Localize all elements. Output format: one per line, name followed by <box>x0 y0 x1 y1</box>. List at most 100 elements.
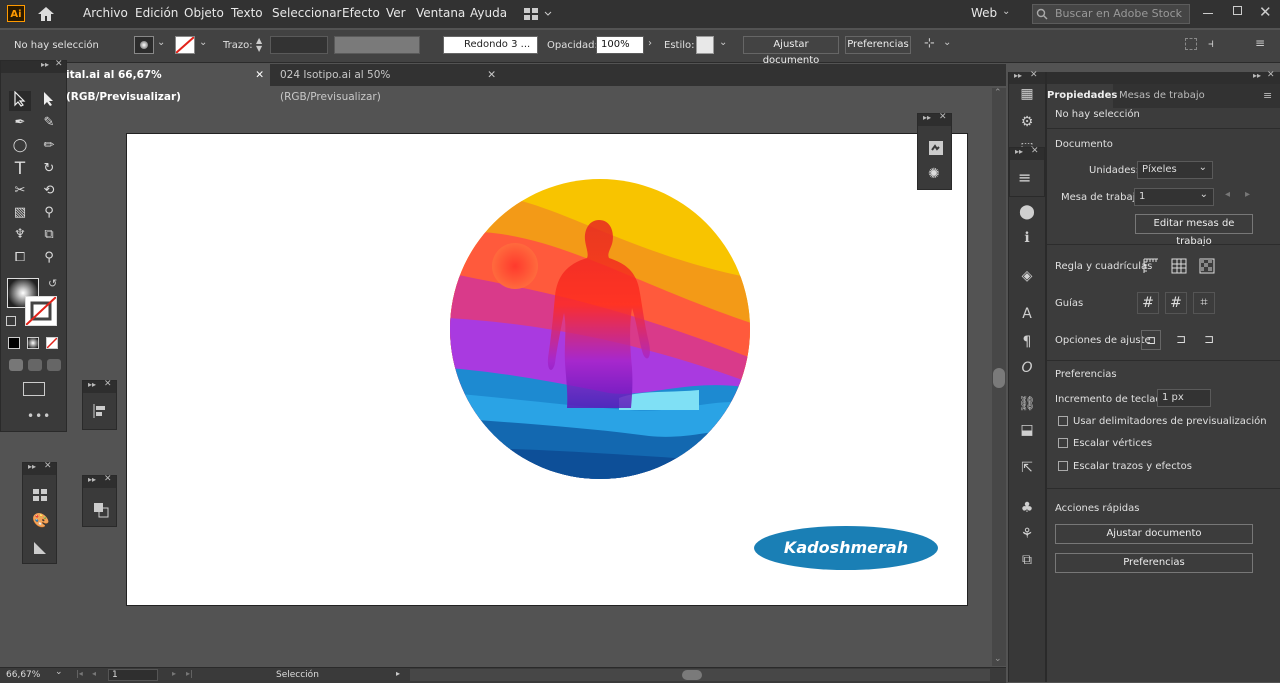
minimize-icon[interactable] <box>1203 13 1213 14</box>
symbols-icon[interactable]: ♣ <box>1016 498 1038 518</box>
pencil-tool-icon[interactable]: ✏ <box>38 136 60 156</box>
show-guides-icon[interactable]: # <box>1137 292 1159 314</box>
chevron-right-icon[interactable]: › <box>648 38 652 49</box>
gear-icon[interactable]: ⚙ <box>1016 112 1038 132</box>
stroke-weight-field[interactable] <box>270 36 328 54</box>
chevron-down-icon[interactable]: ⌄ <box>1002 6 1010 17</box>
stroke-swatch[interactable] <box>175 36 195 54</box>
scroll-thumb[interactable] <box>993 368 1005 388</box>
brush-definition-dropdown[interactable]: Redondo 3 ... <box>443 36 538 54</box>
puppet-warp-icon[interactable]: ⚘ <box>1016 524 1038 544</box>
artboard-dropdown[interactable]: 1 ⌄ <box>1134 188 1214 206</box>
curvature-tool-icon[interactable]: ✎ <box>38 113 60 133</box>
transform-icon[interactable]: ⊹ <box>924 36 935 51</box>
close-icon[interactable]: ✕ <box>487 64 496 86</box>
edit-artboards-button[interactable]: Editar mesas de trabajo <box>1135 214 1253 247</box>
blend-tool-icon[interactable]: ♆ <box>9 225 31 245</box>
scroll-thumb[interactable] <box>682 670 702 680</box>
draw-inside-icon[interactable] <box>47 359 61 371</box>
panel-menu-icon[interactable]: ≡ <box>1255 36 1265 50</box>
preferences-button[interactable]: Preferencias <box>845 36 911 54</box>
artboard[interactable]: Kadoshmerah <box>126 133 968 606</box>
scroll-up-arrow[interactable]: ⌃ <box>994 88 1002 98</box>
pen-tool-icon[interactable]: ✒ <box>9 113 31 133</box>
gradient-mode-icon[interactable] <box>27 337 39 349</box>
graphic-style-swatch[interactable] <box>696 36 714 54</box>
panel-menu-icon[interactable]: ≡ <box>1263 89 1272 102</box>
snap-to-pixel-icon[interactable]: ⊐ <box>1171 330 1191 350</box>
align-icon[interactable] <box>1185 38 1197 50</box>
panel-header[interactable]: ▸▸ ✕ <box>83 474 116 488</box>
snap-to-point-icon[interactable]: ⊐ <box>1141 330 1161 350</box>
stroke-stepper-icon[interactable]: ▲ ▼ <box>256 37 266 55</box>
snap-to-glyph-icon[interactable]: ⊐ <box>1199 330 1219 350</box>
tab-document-isotipo[interactable]: 024 Isotipo.ai al 50% (RGB/Previsualizar… <box>272 64 502 103</box>
first-artboard-icon[interactable]: |◂ <box>76 669 83 678</box>
tab-document-active[interactable]: ital.ai al 66,67% (RGB/Previsualizar) ✕ <box>58 64 270 103</box>
menu-lines-icon[interactable]: ≡ <box>1018 168 1031 187</box>
menu-ayuda[interactable]: Ayuda <box>470 6 507 20</box>
selection-tool-icon[interactable] <box>9 90 31 111</box>
scale-corners-checkbox[interactable] <box>1058 438 1068 448</box>
transparency-grid-icon[interactable] <box>1199 258 1215 274</box>
draw-behind-icon[interactable] <box>28 359 42 371</box>
zoom-level[interactable]: 66,67% <box>6 670 40 680</box>
shape-builder-tool-icon[interactable]: ⧉ <box>38 225 60 245</box>
snap-icon[interactable]: ⫞ <box>1208 36 1214 51</box>
restore-icon[interactable] <box>1233 6 1242 15</box>
close-window-icon[interactable]: ✕ <box>1259 3 1272 21</box>
rulers-icon[interactable] <box>1143 258 1159 274</box>
scissors-tool-icon[interactable]: ✂ <box>9 181 31 201</box>
panel-header[interactable]: ▸▸ ✕ <box>1 59 66 73</box>
chevron-down-icon[interactable]: ⌄ <box>199 37 207 48</box>
panel-header[interactable]: ▸▸ ✕ <box>1047 70 1280 84</box>
status-menu-arrow[interactable]: ▸ <box>396 669 400 678</box>
gradient-tool-icon[interactable]: ▧ <box>9 203 31 223</box>
stock-search-input[interactable]: Buscar en Adobe Stock <box>1032 4 1190 24</box>
next-artboard-icon[interactable]: ▸ <box>1245 189 1250 200</box>
properties-icon[interactable]: ▦ <box>1016 84 1038 104</box>
eyedropper-tool-icon[interactable]: ⚲ <box>38 203 60 223</box>
swap-fill-stroke-icon[interactable]: ↺ <box>48 277 57 290</box>
default-colors-icon[interactable] <box>6 316 16 326</box>
panel-header[interactable]: ▸▸ ✕ <box>918 112 951 126</box>
appearance-icon[interactable]: ⬤ <box>1016 202 1038 222</box>
screen-mode-icon[interactable] <box>23 382 45 396</box>
lock-guides-icon[interactable]: # <box>1165 292 1187 314</box>
tab-properties[interactable]: Propiedades <box>1047 84 1117 108</box>
chevron-down-icon[interactable]: ⌄ <box>55 667 63 677</box>
horizontal-scrollbar[interactable] <box>410 669 990 681</box>
chevron-down-icon[interactable]: ⌄ <box>157 37 165 48</box>
stroke-color-indicator[interactable] <box>25 296 57 326</box>
ellipse-tool-icon[interactable]: ◯ <box>9 136 31 156</box>
more-tools-icon[interactable]: ••• <box>27 409 51 423</box>
opentype-icon[interactable]: O <box>1016 358 1038 378</box>
cc-libraries-icon[interactable]: ⬓ <box>1016 420 1038 440</box>
home-icon[interactable] <box>36 5 56 23</box>
pathfinder-icon[interactable] <box>93 502 109 518</box>
panel-header[interactable]: ▸▸ ✕ <box>1009 70 1045 84</box>
close-icon[interactable]: ✕ <box>255 64 264 86</box>
menu-ver[interactable]: Ver <box>386 6 406 20</box>
rotate-tool-icon[interactable]: ↻ <box>38 159 60 179</box>
grid-icon[interactable] <box>1171 258 1187 274</box>
gradient-panel-icon[interactable] <box>33 541 47 555</box>
chevron-down-icon[interactable]: ⌄ <box>719 37 727 48</box>
type-tool-icon[interactable]: T <box>9 159 31 179</box>
palette-icon[interactable]: 🎨 <box>32 513 49 529</box>
artboard-tool-icon[interactable]: ⧠ <box>9 248 31 268</box>
character-icon[interactable]: A <box>1016 304 1038 324</box>
info-icon[interactable]: ℹ <box>1016 228 1038 248</box>
menu-ventana[interactable]: Ventana <box>416 6 465 20</box>
variable-width-profile[interactable] <box>334 36 420 54</box>
tab-artboards[interactable]: Mesas de trabajo <box>1119 84 1209 108</box>
direct-selection-tool-icon[interactable] <box>38 91 60 111</box>
previous-artboard-icon[interactable]: ◂ <box>1225 189 1230 200</box>
panel-header[interactable]: ▸▸ ✕ <box>1010 146 1044 160</box>
menu-seleccionar[interactable]: Seleccionar <box>272 6 341 20</box>
none-mode-icon[interactable] <box>46 337 58 349</box>
previous-artboard-icon[interactable]: ◂ <box>92 669 96 678</box>
vertical-scrollbar[interactable]: ⌃ ⌄ <box>992 88 1006 666</box>
artboard-number-field[interactable]: 1 <box>108 669 158 681</box>
quick-preferences-button[interactable]: Preferencias <box>1055 553 1253 573</box>
